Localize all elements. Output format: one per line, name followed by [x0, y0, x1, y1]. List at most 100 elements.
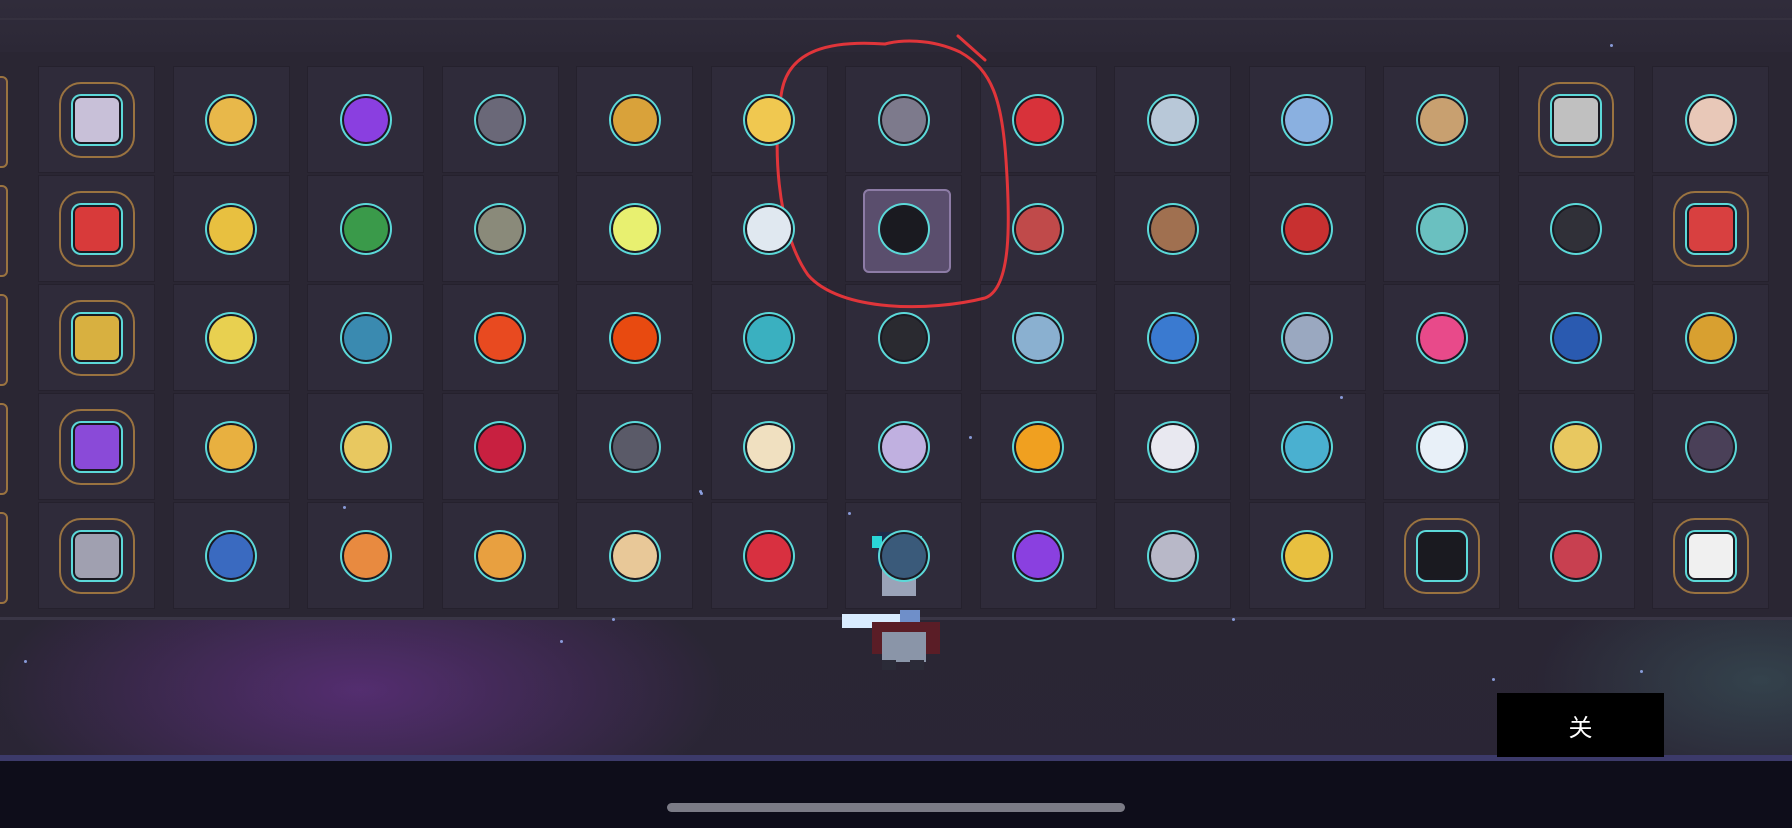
item-slot[interactable]: [576, 175, 693, 282]
item-slot[interactable]: [1248, 502, 1366, 609]
item-slot[interactable]: [576, 66, 693, 173]
item-slot[interactable]: [441, 66, 559, 173]
item-slot[interactable]: [307, 393, 424, 500]
cauldron-icon: [58, 81, 135, 158]
blue-fish-icon: [747, 315, 791, 360]
item-slot[interactable]: [38, 175, 155, 282]
cake-slice-icon: [747, 424, 791, 469]
item-slot[interactable]: [172, 502, 290, 609]
item-slot[interactable]: [1383, 502, 1500, 609]
police-badge-icon: [1554, 315, 1598, 360]
item-slot[interactable]: [172, 66, 290, 173]
item-slot[interactable]: [710, 66, 828, 173]
sheriff-medal-icon: [1688, 315, 1733, 360]
claw-pair-icon: [1688, 97, 1733, 142]
sad-face-icon: [343, 533, 388, 578]
item-slot[interactable]: [1114, 284, 1231, 391]
item-slot[interactable]: [1652, 175, 1769, 282]
item-slot[interactable]: [979, 502, 1097, 609]
item-slot[interactable]: [307, 66, 424, 173]
item-slot[interactable]: [172, 393, 290, 500]
blue-spirit-icon: [209, 533, 253, 578]
item-slot[interactable]: [1383, 284, 1500, 391]
ruby-gem-icon: [478, 424, 522, 469]
spartan-helmet-icon: [58, 517, 135, 594]
item-slot[interactable]: [307, 502, 424, 609]
item-slot[interactable]: [1652, 66, 1769, 173]
item-slot[interactable]: [979, 66, 1097, 173]
item-slot[interactable]: [845, 393, 962, 500]
item-slot[interactable]: [172, 175, 290, 282]
item-slot[interactable]: [710, 284, 828, 391]
close-button[interactable]: 关: [1497, 693, 1664, 757]
item-slot[interactable]: [441, 284, 559, 391]
eagle-badge-icon: [1016, 206, 1060, 251]
item-slot[interactable]: [1114, 393, 1231, 500]
item-slot[interactable]: [576, 393, 693, 500]
item-slot[interactable]: [38, 502, 155, 609]
headphones-icon: [1285, 315, 1329, 360]
item-slot[interactable]: [1114, 66, 1231, 173]
item-slot[interactable]: [1114, 502, 1231, 609]
shuriken-icon: [1285, 424, 1329, 469]
item-slot[interactable]: [441, 502, 559, 609]
shadow-cloak-icon: [881, 206, 926, 251]
item-slot[interactable]: [1517, 502, 1635, 609]
item-slot[interactable]: [307, 175, 424, 282]
stone-mask-icon: [1419, 206, 1464, 251]
item-slot[interactable]: [979, 175, 1097, 282]
item-slot[interactable]: [1383, 66, 1500, 173]
item-slot[interactable]: [979, 284, 1097, 391]
item-slot[interactable]: [1652, 284, 1769, 391]
star-particle: [1492, 678, 1495, 681]
item-slot[interactable]: [845, 66, 962, 173]
item-slot[interactable]: [38, 66, 155, 173]
item-slot[interactable]: [172, 284, 290, 391]
item-slot[interactable]: [1383, 393, 1500, 500]
item-slot[interactable]: [1248, 284, 1366, 391]
item-slot[interactable]: [1248, 66, 1366, 173]
item-slot[interactable]: [1652, 502, 1769, 609]
item-slot[interactable]: [979, 393, 1097, 500]
edge-item-slot: [0, 403, 8, 495]
star-particle: [1640, 670, 1643, 673]
item-slot[interactable]: [307, 284, 424, 391]
gold-blaster-icon: [1285, 533, 1329, 578]
star-particle: [612, 618, 615, 621]
item-slot[interactable]: [576, 284, 693, 391]
battle-axe-icon: [1016, 315, 1060, 360]
item-slot[interactable]: [38, 393, 155, 500]
floor: [0, 761, 1792, 828]
item-slot[interactable]: [1517, 284, 1635, 391]
coffee-cup-icon: [1150, 206, 1195, 251]
compass-icon: [612, 424, 657, 469]
item-slot[interactable]: [441, 175, 559, 282]
item-slot[interactable]: [1517, 66, 1635, 173]
item-slot[interactable]: [1652, 393, 1769, 500]
golden-wings-icon: [209, 97, 253, 142]
red-demon-mask-icon: [1285, 206, 1329, 251]
item-slot[interactable]: [710, 393, 828, 500]
item-slot[interactable]: [1517, 175, 1635, 282]
item-slot[interactable]: [576, 502, 693, 609]
triangle-eye-icon: [747, 97, 791, 142]
pegasus-icon: [747, 206, 791, 251]
item-slot[interactable]: [441, 393, 559, 500]
item-slot[interactable]: [1248, 175, 1366, 282]
item-slot[interactable]: [845, 175, 962, 282]
skull-shield-icon: [1403, 517, 1480, 594]
item-slot[interactable]: [1248, 393, 1366, 500]
lion-medal-icon: [478, 533, 522, 578]
star-particle: [848, 512, 851, 515]
item-slot[interactable]: [845, 284, 962, 391]
heart-shield-icon: [58, 190, 135, 267]
pink-dart-icon: [1419, 315, 1464, 360]
item-slot[interactable]: [1383, 175, 1500, 282]
item-slot[interactable]: [710, 502, 828, 609]
item-slot[interactable]: [1114, 175, 1231, 282]
item-slot[interactable]: [710, 175, 828, 282]
item-slot[interactable]: [38, 284, 155, 391]
dark-ring-icon: [478, 97, 522, 142]
item-slot[interactable]: [1517, 393, 1635, 500]
star-particle: [1610, 44, 1613, 47]
